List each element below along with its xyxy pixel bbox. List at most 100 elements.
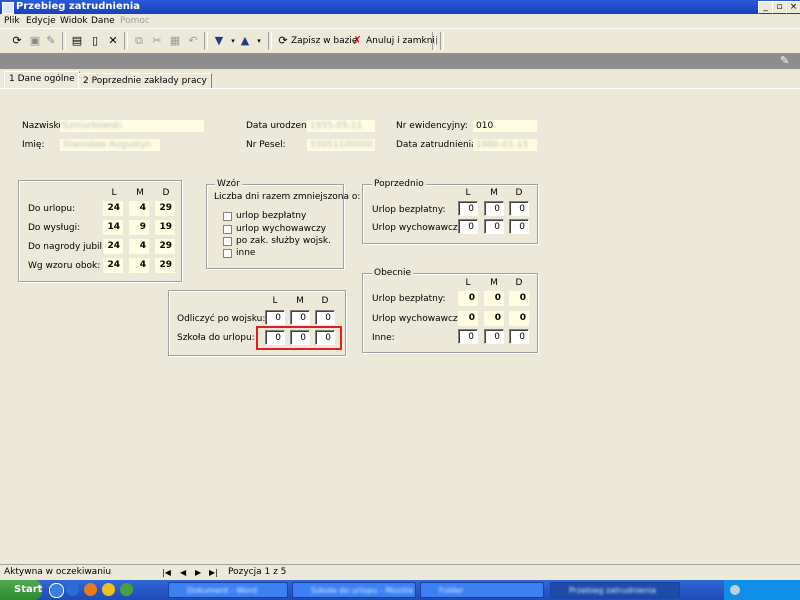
col-m: M [490, 278, 498, 288]
wg-wzoru-d: 29 [155, 258, 175, 273]
cancel-close-button[interactable]: Anuluj i zamknij [366, 33, 437, 49]
taskbar-task-4[interactable]: Przebieg zatrudnienia [550, 582, 680, 598]
do-urlopu-l: 24 [103, 201, 123, 216]
obecnie-inne-m-input[interactable]: 0 [484, 329, 504, 344]
desktop-icon[interactable] [120, 583, 133, 596]
firefox-icon[interactable] [84, 583, 97, 596]
col-d: D [515, 188, 523, 198]
menu-pomoc[interactable]: Pomoc [120, 16, 150, 26]
new-document-icon[interactable]: ▯ [88, 34, 102, 48]
properties-icon[interactable]: ▤ [70, 34, 84, 48]
data-urodzenia-field[interactable]: 1955-05-11 [307, 120, 375, 132]
menu-edycje[interactable]: Edycje [26, 16, 56, 26]
minimize-button[interactable]: _ [758, 1, 773, 14]
inne-option-label: inne [236, 248, 256, 258]
wojsko-d-input[interactable]: 0 [315, 310, 335, 325]
poprz-bezpl-d-input[interactable]: 0 [509, 201, 529, 216]
refresh-icon[interactable]: ⟳ [10, 34, 24, 48]
wojsko-l-input[interactable]: 0 [265, 310, 285, 325]
undo-icon[interactable]: ↶ [186, 34, 200, 48]
tab-poprzednie-zaklady[interactable]: 2 Poprzednie zakłady pracy [78, 73, 212, 89]
last-record-icon[interactable]: ▶| [209, 568, 218, 577]
obecnie-inne-label: Inne: [372, 333, 395, 343]
menu-bar: Plik Edycje Widok Dane Pomoc [0, 14, 800, 28]
urlop-wychowawczy-checkbox[interactable] [223, 225, 232, 234]
sluzba-wojsk-checkbox[interactable] [223, 237, 232, 246]
move-down-icon[interactable]: ▼ [212, 34, 226, 48]
pin-icon[interactable]: ✎ [780, 54, 789, 67]
record-position: Pozycja 1 z 5 [228, 567, 287, 577]
do-wyslugi-m: 9 [129, 220, 149, 235]
save-to-db-button[interactable]: Zapisz w bazie [291, 33, 357, 49]
nazwisko-field[interactable]: Szmurkowski [60, 120, 204, 132]
media-icon[interactable] [102, 583, 115, 596]
tab-dane-ogolne[interactable]: 1 Dane ogólne [4, 71, 80, 89]
toolbar: ⟳ ▣ ✎ ▤ ▯ ✕ ⧉ ✂ ▦ ↶ ▼ ▾ ▲ ▾ ⟳ Zapisz w b… [0, 28, 800, 54]
col-d: D [321, 296, 329, 306]
explorer-icon[interactable] [66, 583, 79, 596]
poprz-wych-m-input[interactable]: 0 [484, 219, 504, 234]
close-button[interactable]: × [786, 1, 800, 14]
inne-checkbox[interactable] [223, 249, 232, 258]
poprz-wych-d-input[interactable]: 0 [509, 219, 529, 234]
menu-dane[interactable]: Dane [91, 16, 115, 26]
wojsko-m-input[interactable]: 0 [290, 310, 310, 325]
copy-icon[interactable]: ⧉ [132, 34, 146, 48]
next-record-icon[interactable]: ▶ [195, 568, 201, 577]
taskbar-task-2[interactable]: Szkoła do urlopu - Mozilla [292, 582, 416, 598]
poprzednio-title: Poprzednio [372, 179, 426, 189]
obecnie-title: Obecnie [372, 268, 414, 278]
do-urlopu-m: 4 [129, 201, 149, 216]
poprz-bezpl-m-input[interactable]: 0 [484, 201, 504, 216]
do-urlopu-label: Do urlopu: [28, 204, 76, 214]
close-x-icon[interactable]: ✕ [106, 34, 120, 48]
window-title: Przebieg zatrudnienia [16, 1, 141, 12]
system-tray [724, 580, 800, 600]
move-up-icon[interactable]: ▲ [238, 34, 252, 48]
tray-icon[interactable] [730, 585, 740, 595]
obecnie-inne-d-input[interactable]: 0 [509, 329, 529, 344]
col-m: M [296, 296, 304, 306]
menu-plik[interactable]: Plik [4, 16, 20, 26]
imie-field[interactable]: Stanisław Augustyn [60, 139, 160, 151]
wg-wzoru-l: 24 [103, 258, 123, 273]
ie-icon[interactable] [49, 583, 64, 598]
obecnie-wych-l: 0 [458, 311, 478, 326]
save-disk-icon[interactable]: ▣ [28, 34, 42, 48]
do-wyslugi-d: 19 [155, 220, 175, 235]
obecnie-wych-d: 0 [509, 311, 529, 326]
data-zatrudnienia-field[interactable]: 1980-01-15 [473, 139, 537, 151]
do-nagrody-d: 29 [155, 239, 175, 254]
obecnie-bezpl-m: 0 [484, 291, 504, 306]
nr-ewidencyjny-field[interactable]: 010 [473, 120, 537, 132]
menu-widok[interactable]: Widok [60, 16, 88, 26]
taskbar-task-1[interactable]: Dokument - Word [168, 582, 288, 598]
col-l: L [465, 278, 471, 288]
chevron-down-icon[interactable]: ▾ [252, 34, 266, 48]
paste-icon[interactable]: ▦ [168, 34, 182, 48]
szkola-do-urlopu-label: Szkoła do urlopu: [177, 333, 255, 343]
cut-icon[interactable]: ✂ [150, 34, 164, 48]
first-record-icon[interactable]: |◀ [162, 568, 171, 577]
col-l: L [465, 188, 471, 198]
prev-record-icon[interactable]: ◀ [180, 568, 186, 577]
wg-wzoru-label: Wg wzoru obok: [28, 261, 101, 271]
poprz-bezpl-l-input[interactable]: 0 [458, 201, 478, 216]
do-nagrody-label: Do nagrody jubil.: [28, 242, 108, 252]
poprz-urlop-wychowawczy-label: Urlop wychowawczy: [372, 223, 466, 233]
delete-record-icon[interactable]: ✎ [44, 34, 58, 48]
status-text: Aktywna w oczekiwaniu [4, 567, 112, 577]
save-db-icon: ⟳ [278, 34, 288, 47]
pesel-field[interactable]: 55051100000 [307, 139, 375, 151]
taskbar-task-3[interactable]: Folder [420, 582, 544, 598]
urlop-bezplatny-checkbox[interactable] [223, 212, 232, 221]
obecnie-inne-l-input[interactable]: 0 [458, 329, 478, 344]
urlop-bezplatny-option-label: urlop bezpłatny [236, 211, 307, 221]
col-d: D [162, 188, 170, 198]
start-button[interactable]: Start [0, 580, 42, 600]
status-bar: Aktywna w oczekiwaniu |◀ ◀ ▶ ▶| Pozycja … [0, 564, 800, 580]
restore-button[interactable]: ▫ [772, 1, 787, 14]
poprz-wych-l-input[interactable]: 0 [458, 219, 478, 234]
do-wyslugi-l: 14 [103, 220, 123, 235]
wzor-subtitle: Liczba dni razem zmniejszona o: [214, 192, 361, 202]
